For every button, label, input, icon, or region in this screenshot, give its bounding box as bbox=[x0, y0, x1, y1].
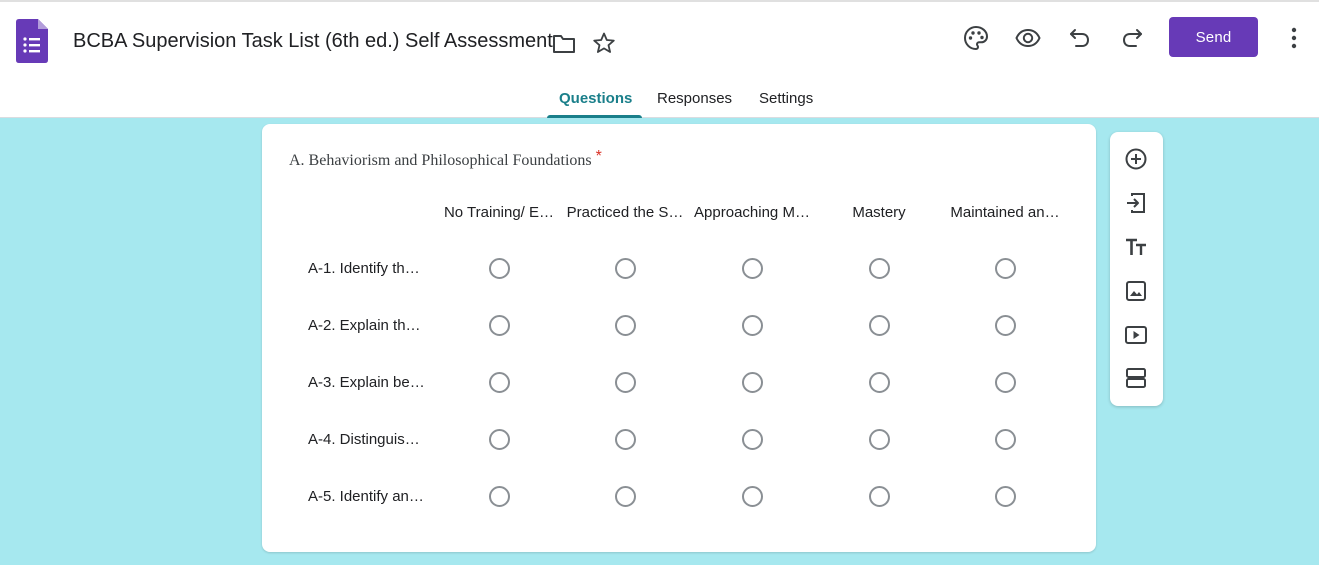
send-button[interactable]: Send bbox=[1169, 17, 1258, 57]
redo-icon[interactable] bbox=[1118, 24, 1146, 52]
side-toolbar bbox=[1110, 132, 1163, 406]
required-marker: * bbox=[595, 148, 602, 165]
radio-option[interactable] bbox=[868, 314, 890, 336]
radio-option[interactable] bbox=[994, 314, 1016, 336]
more-vert-icon[interactable] bbox=[1282, 24, 1306, 52]
radio-option[interactable] bbox=[488, 371, 510, 393]
add-video-icon[interactable] bbox=[1123, 322, 1149, 348]
undo-icon[interactable] bbox=[1066, 24, 1094, 52]
radio-option[interactable] bbox=[741, 257, 763, 279]
google-forms-icon[interactable] bbox=[16, 19, 48, 63]
row-label: A-5. Identify an… bbox=[308, 488, 424, 505]
column-header: Approaching M… bbox=[694, 204, 810, 221]
radio-option[interactable] bbox=[868, 428, 890, 450]
radio-option[interactable] bbox=[488, 485, 510, 507]
radio-option[interactable] bbox=[741, 371, 763, 393]
import-questions-icon[interactable] bbox=[1123, 190, 1149, 216]
add-title-icon[interactable] bbox=[1123, 234, 1149, 260]
app-header: BCBA Supervision Task List (6th ed.) Sel… bbox=[0, 0, 1319, 118]
row-label: A-4. Distinguis… bbox=[308, 431, 420, 448]
star-icon[interactable] bbox=[592, 31, 616, 55]
add-image-icon[interactable] bbox=[1123, 278, 1149, 304]
column-header: Practiced the S… bbox=[566, 204, 684, 221]
radio-option[interactable] bbox=[614, 371, 636, 393]
tab-questions[interactable]: Questions bbox=[559, 90, 632, 107]
radio-option[interactable] bbox=[614, 314, 636, 336]
folder-icon[interactable] bbox=[552, 33, 576, 55]
tab-settings[interactable]: Settings bbox=[759, 90, 813, 107]
add-question-icon[interactable] bbox=[1123, 146, 1149, 172]
radio-option[interactable] bbox=[614, 257, 636, 279]
row-label: A-3. Explain be… bbox=[308, 374, 425, 391]
radio-option[interactable] bbox=[994, 428, 1016, 450]
palette-icon[interactable] bbox=[962, 24, 990, 52]
question-title-text: A. Behaviorism and Philosophical Foundat… bbox=[289, 152, 592, 169]
add-section-icon[interactable] bbox=[1123, 365, 1149, 391]
radio-option[interactable] bbox=[868, 485, 890, 507]
question-title[interactable]: A. Behaviorism and Philosophical Foundat… bbox=[289, 148, 602, 170]
row-label: A-1. Identify th… bbox=[308, 260, 420, 277]
radio-option[interactable] bbox=[868, 371, 890, 393]
question-card[interactable]: A. Behaviorism and Philosophical Foundat… bbox=[262, 124, 1096, 552]
row-label: A-2. Explain th… bbox=[308, 317, 421, 334]
radio-option[interactable] bbox=[614, 428, 636, 450]
column-header: Mastery bbox=[852, 204, 906, 221]
radio-option[interactable] bbox=[994, 371, 1016, 393]
tab-responses[interactable]: Responses bbox=[657, 90, 732, 107]
column-header: Maintained an… bbox=[950, 204, 1060, 221]
column-header: No Training/ E… bbox=[443, 204, 555, 221]
radio-option[interactable] bbox=[741, 314, 763, 336]
radio-option[interactable] bbox=[488, 428, 510, 450]
radio-option[interactable] bbox=[741, 428, 763, 450]
eye-icon[interactable] bbox=[1014, 24, 1042, 52]
radio-option[interactable] bbox=[488, 314, 510, 336]
form-title[interactable]: BCBA Supervision Task List (6th ed.) Sel… bbox=[73, 30, 553, 53]
radio-option[interactable] bbox=[614, 485, 636, 507]
radio-option[interactable] bbox=[994, 485, 1016, 507]
active-tab-indicator bbox=[547, 115, 642, 118]
radio-option[interactable] bbox=[488, 257, 510, 279]
radio-option[interactable] bbox=[868, 257, 890, 279]
radio-option[interactable] bbox=[994, 257, 1016, 279]
tab-bar: Questions Responses Settings bbox=[0, 86, 1319, 120]
radio-option[interactable] bbox=[741, 485, 763, 507]
